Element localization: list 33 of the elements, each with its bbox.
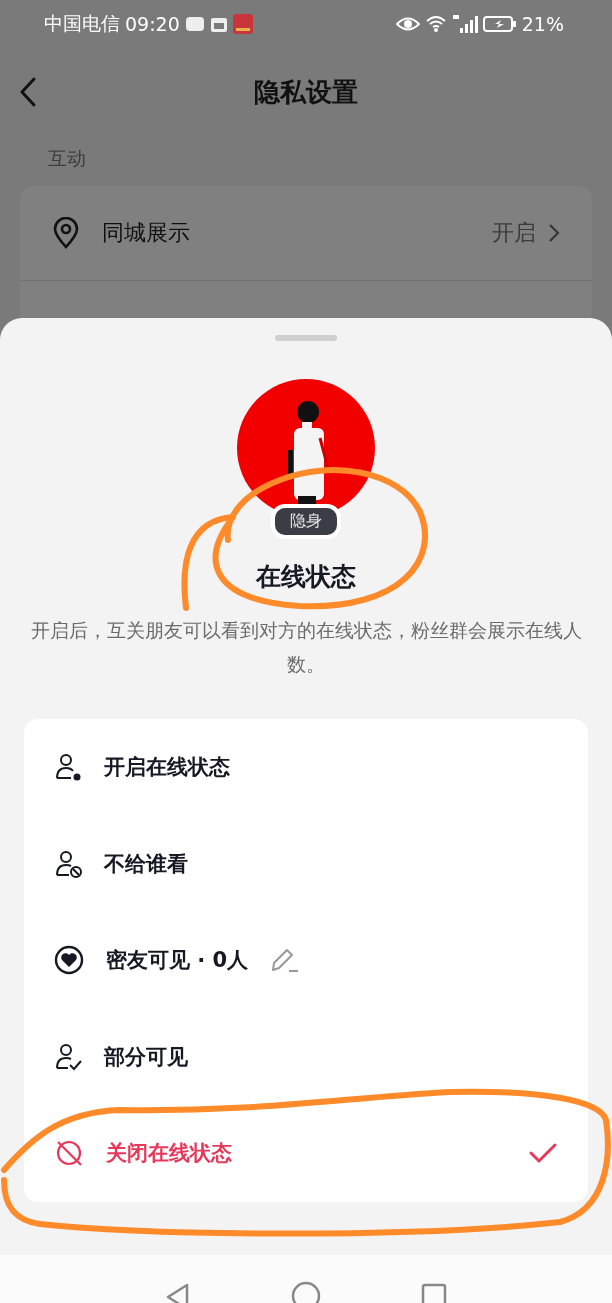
back-nav-icon[interactable] <box>165 1283 191 1303</box>
person-dot-icon <box>54 752 82 783</box>
clock: 09:20 <box>125 13 180 35</box>
battery-icon <box>482 15 517 33</box>
page-title: 隐私设置 <box>254 75 358 109</box>
home-nav-icon[interactable] <box>291 1281 321 1303</box>
visibility-option[interactable]: 密友可见 · 0人 <box>24 912 588 1009</box>
battery-percent: 21% <box>521 13 564 35</box>
visibility-option[interactable]: 部分可见 <box>24 1008 588 1105</box>
wifi-icon <box>424 15 447 33</box>
heart-circle-icon <box>54 945 84 976</box>
visibility-option[interactable]: 开启在线状态 <box>24 719 588 816</box>
chevron-icon <box>548 223 560 243</box>
settings-row[interactable]: 同城展示 开启 <box>20 186 592 281</box>
eye-icon <box>395 16 420 32</box>
sheet-title: 在线状态 <box>256 561 356 593</box>
visibility-option[interactable]: 关闭在线状态 <box>24 1105 588 1202</box>
section-label: 互动 <box>47 146 87 171</box>
recents-nav-icon[interactable] <box>421 1283 447 1303</box>
person-check-icon <box>54 1041 82 1072</box>
description-text: 开启后，互关朋友可以看到对方的在线状态，粉丝群会展示在线人数。 <box>29 618 583 677</box>
status-badge: 隐身 <box>271 504 341 539</box>
visibility-option[interactable]: 不给谁看 <box>24 815 588 912</box>
carrier-name: 中国电信 <box>44 11 120 36</box>
signal-icon <box>451 14 478 34</box>
news-app-icon <box>232 14 253 34</box>
calendar-icon <box>209 15 228 33</box>
edit-icon[interactable] <box>270 946 301 975</box>
location-pin-icon <box>52 217 80 249</box>
back-button[interactable] <box>18 76 38 108</box>
checkmark-icon <box>528 1141 558 1166</box>
drag-handle[interactable] <box>275 335 337 341</box>
person-blocked-icon <box>54 848 82 879</box>
